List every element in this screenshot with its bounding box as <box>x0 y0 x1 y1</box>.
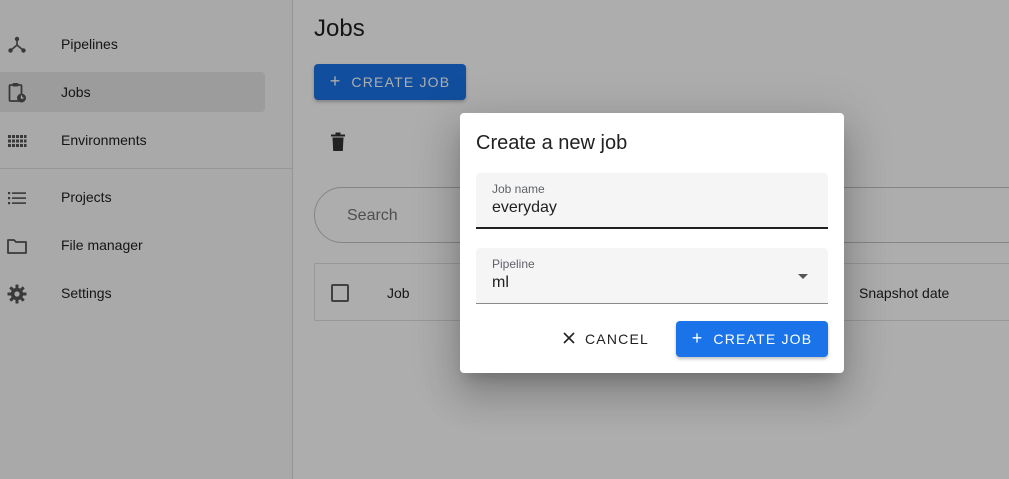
cancel-button[interactable]: CANCEL <box>558 321 654 357</box>
job-name-label: Job name <box>492 182 545 196</box>
pipeline-value: ml <box>492 274 509 291</box>
dialog-create-job-label: CREATE JOB <box>713 331 813 347</box>
plus-icon: + <box>691 328 704 348</box>
dialog-title: Create a new job <box>476 132 628 154</box>
close-icon <box>563 331 575 347</box>
job-name-field[interactable]: Job name everyday <box>476 173 828 229</box>
dialog-create-job-button[interactable]: + CREATE JOB <box>676 321 828 357</box>
cancel-label: CANCEL <box>585 331 649 347</box>
dropdown-arrow-icon <box>798 274 808 279</box>
pipeline-select[interactable]: Pipeline ml <box>476 248 828 304</box>
pipeline-label: Pipeline <box>492 257 535 271</box>
create-job-dialog: Create a new job Job name everyday Pipel… <box>460 113 844 373</box>
job-name-value: everyday <box>492 199 557 216</box>
